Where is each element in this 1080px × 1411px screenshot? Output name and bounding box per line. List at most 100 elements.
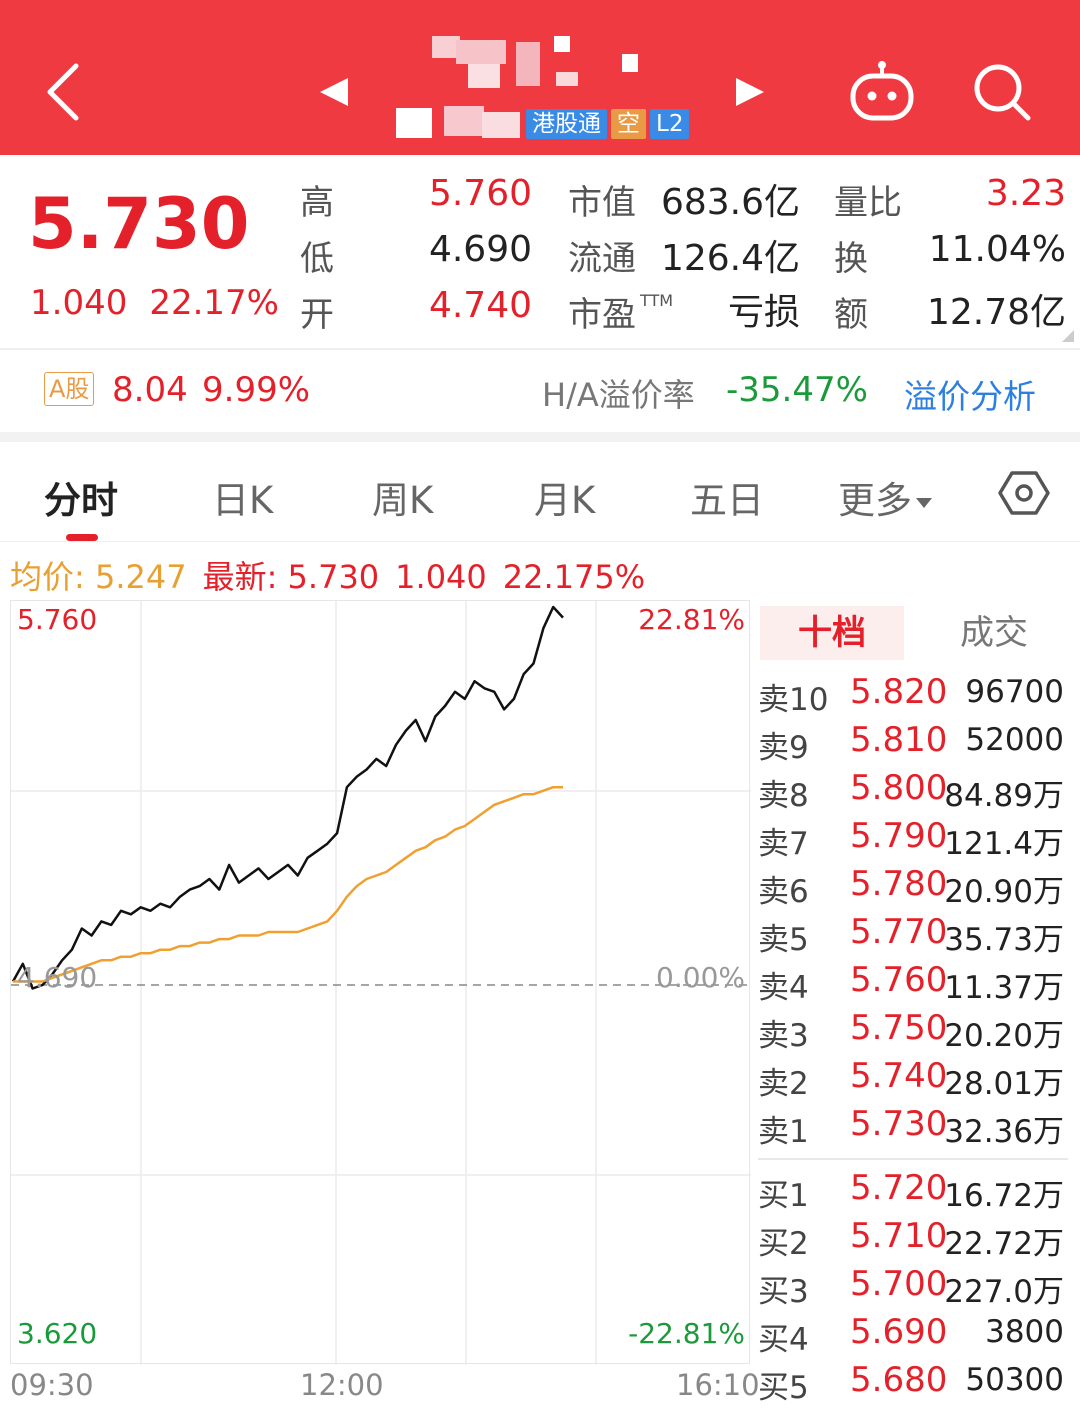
ask-price: 5.810 [850, 720, 948, 760]
a-share-percent: 9.99% [202, 370, 311, 410]
float-label: 流通 [568, 239, 636, 279]
ask-level-label: 卖3 [758, 1018, 809, 1054]
chart-canvas [11, 601, 751, 1365]
x-time-mid: 12:00 [300, 1368, 384, 1402]
ask-level-label: 卖10 [758, 682, 829, 718]
ask-row[interactable]: 卖4 5.760 11.37万 [758, 958, 1070, 1006]
ask-level-label: 卖7 [758, 826, 809, 862]
ask-row[interactable]: 卖5 5.770 35.73万 [758, 910, 1070, 958]
tab-trades[interactable]: 成交 [922, 606, 1066, 660]
x-time-start: 09:30 [10, 1368, 94, 1402]
y-mid-price: 4.690 [17, 961, 98, 994]
tab-more[interactable]: 更多 [838, 470, 932, 524]
bid-price: 5.680 [850, 1360, 948, 1400]
back-arrow-icon[interactable] [44, 62, 84, 122]
tab-monthly-k[interactable]: 月K [534, 470, 595, 524]
ask-row[interactable]: 卖3 5.750 20.20万 [758, 1006, 1070, 1054]
bid-level-label: 买3 [758, 1274, 809, 1310]
ask-volume: 20.90万 [944, 874, 1064, 910]
ask-price: 5.820 [850, 672, 948, 712]
bid-row[interactable]: 买1 5.720 16.72万 [758, 1166, 1070, 1214]
current-price: 5.730 [28, 183, 250, 265]
bid-row[interactable]: 买2 5.710 22.72万 [758, 1214, 1070, 1262]
bid-price: 5.710 [850, 1216, 948, 1256]
bid-volume: 50300 [965, 1362, 1064, 1398]
bid-level-label: 买2 [758, 1226, 809, 1262]
mktcap-label: 市值 [568, 183, 636, 223]
previous-stock-icon[interactable] [318, 76, 350, 108]
ask-price: 5.730 [850, 1104, 948, 1144]
ask-level-label: 卖1 [758, 1114, 809, 1150]
bid-price: 5.690 [850, 1312, 948, 1352]
bid-level-label: 买4 [758, 1322, 809, 1358]
assistant-robot-icon[interactable] [848, 60, 916, 122]
y-top-price: 5.760 [17, 603, 98, 636]
bid-row[interactable]: 买4 5.690 3800 [758, 1310, 1070, 1358]
ask-price: 5.800 [850, 768, 948, 808]
tab-daily-k[interactable]: 日K [212, 470, 273, 524]
bid-level-label: 买5 [758, 1370, 809, 1406]
ha-premium-value: -35.47% [726, 370, 868, 410]
x-time-end: 16:10 [676, 1368, 760, 1402]
open-value: 4.740 [428, 285, 532, 326]
tab-ten-levels[interactable]: 十档 [760, 606, 904, 660]
ask-row[interactable]: 卖9 5.810 52000 [758, 718, 1070, 766]
ask-level-label: 卖2 [758, 1066, 809, 1102]
ha-premium-label: H/A溢价率 [542, 376, 695, 414]
latest-price: 最新: 5.730 1.040 22.175% [202, 558, 646, 596]
tab-intraday[interactable]: 分时 [44, 470, 118, 524]
ask-level-label: 卖4 [758, 970, 809, 1006]
tab-five-day[interactable]: 五日 [690, 470, 764, 524]
next-stock-icon[interactable] [734, 76, 766, 108]
ask-row[interactable]: 卖2 5.740 28.01万 [758, 1054, 1070, 1102]
ask-row[interactable]: 卖1 5.730 32.36万 [758, 1102, 1070, 1150]
section-divider [0, 432, 1080, 442]
ask-volume: 84.89万 [944, 778, 1064, 814]
low-label: 低 [300, 239, 334, 279]
active-tab-indicator [66, 534, 98, 541]
amount-label: 额 [834, 295, 868, 335]
bid-row[interactable]: 买3 5.700 227.0万 [758, 1262, 1070, 1310]
y-top-percent: 22.81% [638, 603, 745, 636]
search-icon[interactable] [972, 62, 1032, 122]
order-book-tabs: 十档 成交 [758, 606, 1068, 660]
order-book: 十档 成交 卖10 5.820 96700 卖9 5.810 52000 卖8 5.800 84… [752, 600, 1070, 1411]
open-label: 开 [300, 295, 334, 335]
pe-value: 亏损 [727, 292, 800, 333]
y-bottom-price: 3.620 [17, 1317, 98, 1350]
ask-volume: 96700 [965, 674, 1064, 710]
intraday-chart[interactable]: 5.760 22.81% 4.690 0.00% 3.620 -22.81% [10, 600, 751, 1365]
ask-row[interactable]: 卖6 5.780 20.90万 [758, 862, 1070, 910]
expand-corner-icon[interactable] [1062, 330, 1074, 342]
settings-hexagon-icon[interactable] [998, 470, 1050, 516]
float-value: 126.4亿 [660, 238, 800, 279]
ask-row[interactable]: 卖8 5.800 84.89万 [758, 766, 1070, 814]
price-change: 1.040 22.17% [30, 283, 279, 323]
ask-price: 5.760 [850, 960, 948, 1000]
high-value: 5.760 [428, 173, 532, 214]
tab-weekly-k[interactable]: 周K [372, 470, 433, 524]
bid-price: 5.720 [850, 1168, 948, 1208]
ask-volume: 32.36万 [944, 1114, 1064, 1150]
ask-volume: 11.37万 [944, 970, 1064, 1006]
a-share-row[interactable]: A股 8.04 9.99% H/A溢价率 -35.47% 溢价分析 [0, 350, 1080, 432]
volratio-value: 3.23 [985, 173, 1066, 214]
chevron-down-icon [916, 497, 932, 508]
ask-row[interactable]: 卖10 5.820 96700 [758, 670, 1070, 718]
high-label: 高 [300, 183, 334, 223]
avg-price: 均价: 5.247 [10, 558, 187, 596]
change-percent: 22.17% [149, 283, 279, 323]
ask-level-label: 卖9 [758, 730, 809, 766]
ask-price: 5.750 [850, 1008, 948, 1048]
ask-volume: 35.73万 [944, 922, 1064, 958]
ask-row[interactable]: 卖7 5.790 121.4万 [758, 814, 1070, 862]
intraday-info: 均价: 5.247 最新: 5.730 1.040 22.175% [10, 552, 645, 598]
bid-price: 5.700 [850, 1264, 948, 1304]
ask-volume: 20.20万 [944, 1018, 1064, 1054]
bid-row[interactable]: 买5 5.680 50300 [758, 1358, 1070, 1406]
premium-analysis-link[interactable]: 溢价分析 [904, 370, 1036, 418]
ask-price: 5.740 [850, 1056, 948, 1096]
quote-panel: 5.730 1.040 22.17% 高 低 开 5.760 4.690 4.74… [0, 155, 1080, 349]
low-value: 4.690 [428, 229, 532, 270]
ask-volume: 28.01万 [944, 1066, 1064, 1102]
